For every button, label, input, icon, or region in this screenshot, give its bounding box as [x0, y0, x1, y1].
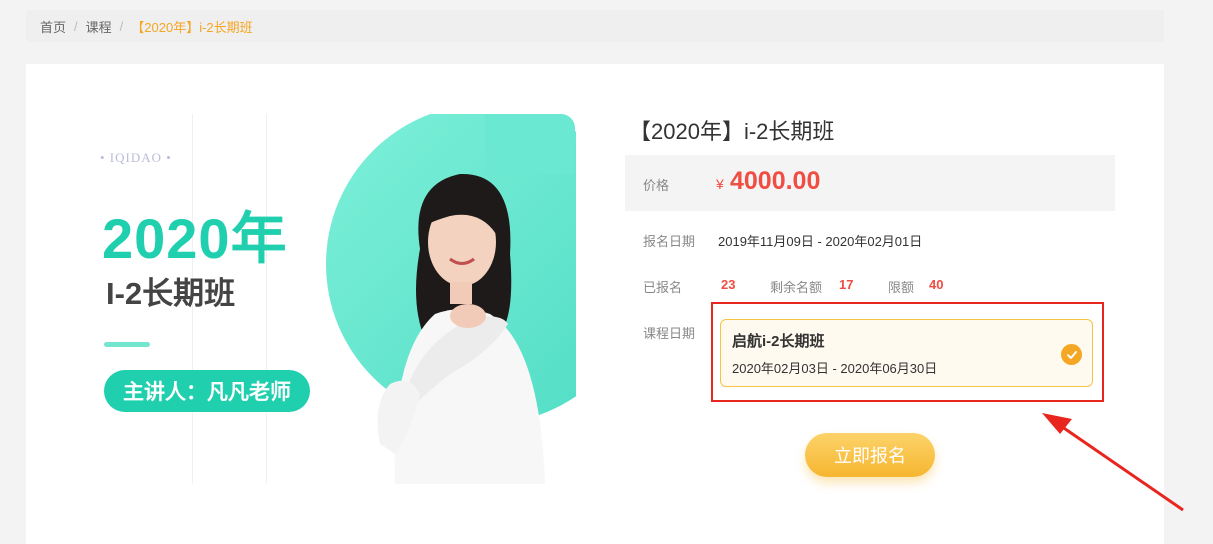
price-box: 价格 ¥ 4000.00: [625, 155, 1115, 211]
breadcrumb-home[interactable]: 首页: [40, 17, 66, 36]
limit-count: 40: [929, 277, 944, 292]
breadcrumb-separator: /: [74, 18, 78, 34]
course-option-name: 启航i-2长期班: [732, 333, 825, 350]
breadcrumb: 首页 / 课程 / 【2020年】i-2长期班: [26, 10, 1164, 42]
remaining-label: 剩余名额: [770, 280, 823, 295]
enrolled-count: 23: [721, 277, 736, 292]
remaining-count: 17: [839, 277, 854, 292]
course-detail-card: • IQIDAO • 2020年 I-2长期班 主讲人：凡凡老师 【2020年】…: [26, 64, 1164, 544]
banner-logo: • IQIDAO •: [100, 150, 172, 165]
check-icon: [1061, 344, 1082, 365]
price-label: 价格: [643, 178, 670, 193]
enrolled-label: 已报名: [643, 280, 683, 295]
course-title: 【2020年】i-2长期班: [629, 119, 835, 144]
banner-subtitle: I-2长期班: [106, 276, 236, 311]
course-banner-image: • IQIDAO • 2020年 I-2长期班 主讲人：凡凡老师: [100, 114, 576, 484]
signup-date-label: 报名日期: [643, 234, 696, 249]
banner-bar: [104, 342, 150, 347]
breadcrumb-course[interactable]: 课程: [86, 17, 112, 36]
breadcrumb-current: 【2020年】i-2长期班: [131, 19, 253, 35]
enroll-now-button[interactable]: 立即报名: [805, 433, 935, 477]
limit-label: 限额: [888, 280, 915, 295]
course-date-label: 课程日期: [643, 326, 696, 341]
course-option-card[interactable]: 启航i-2长期班 2020年02月03日 - 2020年06月30日: [720, 319, 1093, 387]
banner-teacher-pill: 主讲人：凡凡老师: [104, 370, 310, 412]
currency-symbol: ¥: [716, 176, 724, 192]
teacher-photo: [377, 173, 545, 484]
signup-date-value: 2019年11月09日 - 2020年02月01日: [718, 234, 923, 249]
price-value: 4000.00: [730, 167, 821, 195]
course-option-range: 2020年02月03日 - 2020年06月30日: [732, 361, 938, 376]
banner-year: 2020年: [102, 207, 288, 270]
breadcrumb-separator: /: [119, 18, 124, 34]
